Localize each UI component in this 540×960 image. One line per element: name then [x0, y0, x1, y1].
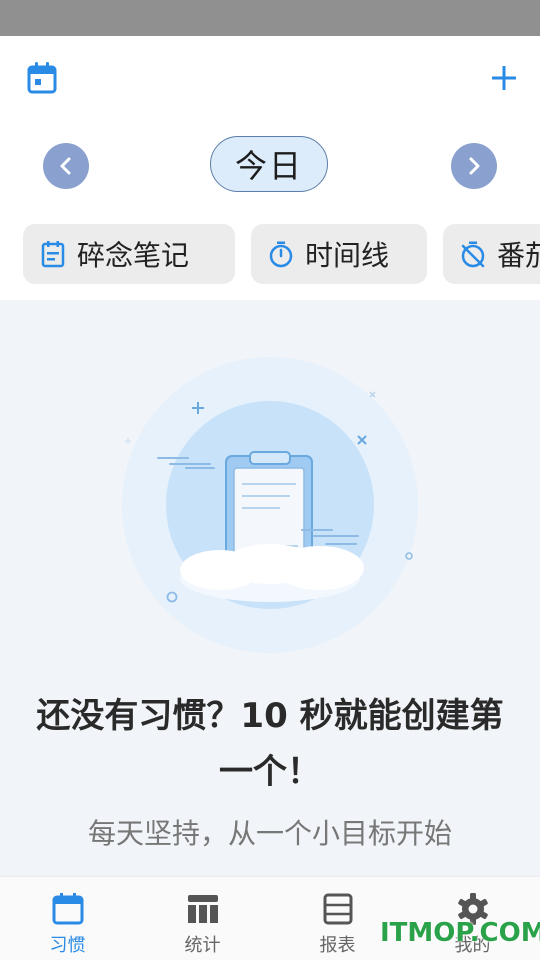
- date-navigator: 今日: [0, 136, 540, 196]
- chip-pomodoro[interactable]: 番茄: [443, 224, 540, 284]
- current-date-label: 今日: [234, 147, 303, 185]
- chip-timeline-label: 时间线: [305, 239, 390, 272]
- calendar-button[interactable]: [22, 58, 62, 98]
- calendar-icon: [50, 891, 86, 927]
- empty-state-title: 还没有习惯？10 秒就能创建第一个！: [36, 696, 504, 792]
- next-day-button[interactable]: [451, 143, 497, 189]
- empty-state-subtitle: 每天坚持，从一个小目标开始: [87, 817, 452, 850]
- stopwatch-icon: [267, 240, 295, 268]
- watermark: ITMOP.COM: [380, 918, 540, 948]
- chip-pomodoro-label: 番茄: [497, 239, 540, 272]
- tab-habits[interactable]: 习惯: [0, 877, 135, 960]
- app-screen: 今日 碎念笔记 时间线 番茄 还没有习惯？10 秒就能创建第一个！ 每天坚持，从…: [0, 0, 540, 960]
- tab-statistics[interactable]: 统计: [135, 877, 270, 960]
- tab-habits-label: 习惯: [49, 935, 86, 956]
- timer-off-icon: [459, 240, 487, 268]
- previous-day-button[interactable]: [43, 143, 89, 189]
- add-habit-button[interactable]: [484, 58, 524, 98]
- list-icon: [320, 891, 356, 927]
- chip-notes[interactable]: 碎念笔记: [23, 224, 235, 284]
- header: 今日 碎念笔记 时间线 番茄: [0, 36, 540, 300]
- tab-reports-label: 报表: [319, 935, 356, 956]
- note-icon: [39, 240, 67, 268]
- chip-notes-label: 碎念笔记: [77, 239, 190, 272]
- current-date-pill[interactable]: 今日: [210, 136, 328, 192]
- chevron-left-icon: [60, 157, 71, 175]
- status-bar: [0, 0, 540, 36]
- calendar-icon: [27, 62, 57, 94]
- quick-chip-row: 碎念笔记 时间线 番茄: [0, 224, 540, 286]
- columns-icon: [185, 891, 221, 927]
- chip-timeline[interactable]: 时间线: [251, 224, 427, 284]
- chevron-right-icon: [469, 157, 480, 175]
- plus-icon: [492, 66, 516, 90]
- tab-statistics-label: 统计: [184, 935, 221, 956]
- clipboard-illustration: [100, 350, 440, 670]
